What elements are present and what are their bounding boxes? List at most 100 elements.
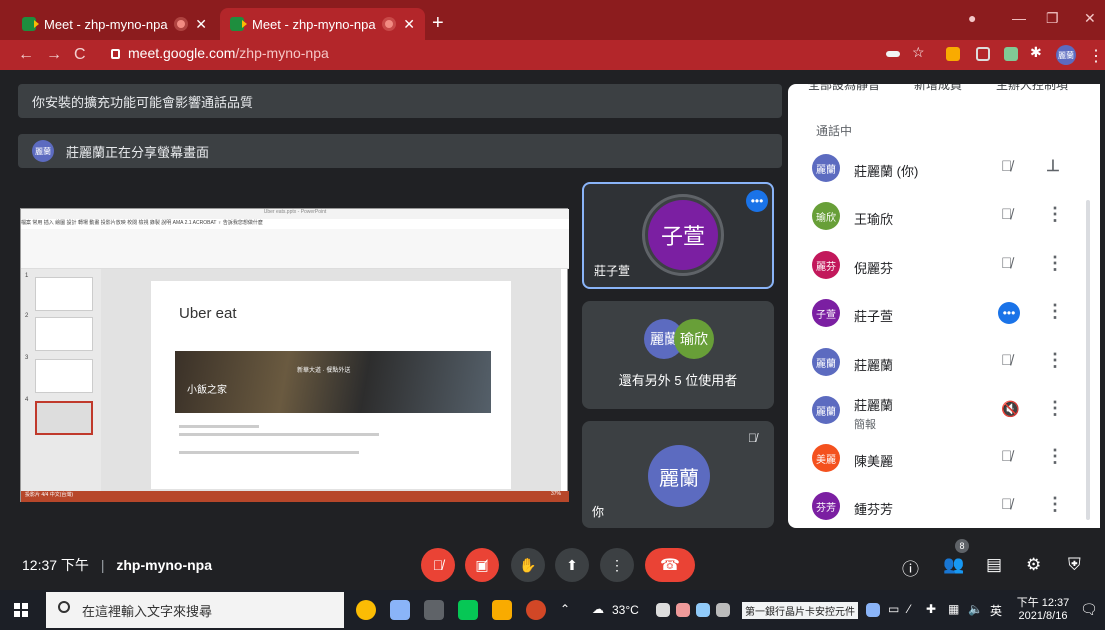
raise-hand-button[interactable]: ✋ — [511, 548, 545, 582]
more-options-icon[interactable]: ⋮ — [1046, 350, 1064, 371]
chrome-menu-icon[interactable]: ⋮ — [1088, 46, 1104, 66]
volume-icon[interactable]: 🔈 — [968, 602, 983, 616]
people-panel: 全部設為靜音 新增成員 主辦人控制項 通話中 麗蘭 莊麗蘭 (你) 🎙̸ ⊥ 瑜… — [788, 84, 1100, 528]
restore-icon[interactable]: ❐ — [1046, 10, 1059, 27]
extension-tool-icon[interactable] — [1004, 47, 1018, 61]
search-placeholder: 在這裡輸入文字來搜尋 — [82, 603, 213, 619]
meet-favicon-icon — [230, 17, 247, 31]
shared-screen[interactable]: Uber eats.pptx - PowerPoint 檔案 常用 插入 繪圖 … — [20, 208, 569, 502]
camera-toggle-button[interactable]: ▣̸ — [465, 548, 499, 582]
more-options-icon[interactable]: ⋮ — [1046, 446, 1064, 467]
security-icon[interactable]: ✚ — [926, 602, 936, 616]
app-icon[interactable] — [424, 600, 444, 620]
more-options-icon[interactable]: ••• — [746, 190, 768, 212]
host-controls-button[interactable]: 主辦人控制項 — [996, 84, 1068, 93]
chat-icon[interactable]: ▤ — [986, 555, 1002, 575]
activities-icon[interactable]: ⚙ — [1026, 555, 1041, 575]
close-window-icon[interactable]: ✕ — [1084, 10, 1096, 27]
pin-icon[interactable]: ⊥ — [1046, 156, 1060, 176]
participant-row[interactable]: 麗蘭 莊麗蘭 簡報 🔇 ⋮ — [788, 386, 1100, 434]
more-options-icon[interactable]: ⋮ — [1046, 398, 1064, 419]
taskbar-search[interactable]: 在這裡輸入文字來搜尋 — [46, 592, 344, 628]
minimize-icon[interactable]: — — [1012, 10, 1026, 26]
powerpoint-icon[interactable] — [526, 600, 546, 620]
recording-indicator-icon — [177, 20, 186, 28]
forward-icon[interactable]: → — [46, 46, 62, 64]
slide-thumbnails: 1 2 3 4 — [21, 269, 101, 491]
participant-row[interactable]: 子萱 莊子萱 ••• ⋮ — [788, 289, 1100, 337]
slide-thumbnail — [35, 359, 93, 393]
tray-icon[interactable] — [696, 603, 710, 617]
windows-taskbar: 在這裡輸入文字來搜尋 ⌃ ☁ 33°C 第一銀行晶片卡安控元件 ▭ ⁄ ✚ ▦ … — [0, 590, 1105, 630]
self-tile[interactable]: 🎙̸ 麗蘭 你 — [582, 421, 774, 528]
extension-grid-icon[interactable] — [976, 47, 990, 61]
profile-avatar[interactable]: 麗蘭 — [1056, 45, 1076, 65]
windows-start-icon[interactable] — [14, 603, 28, 617]
taskbar-clock[interactable]: 下午 12:37 2021/8/16 — [1012, 594, 1074, 622]
tray-icon[interactable]: ⁄ — [908, 602, 910, 616]
leave-call-button[interactable]: ☎ — [645, 548, 695, 582]
participant-name: 莊子萱 — [594, 264, 631, 278]
app-icon[interactable] — [390, 600, 410, 620]
participant-row[interactable]: 麗蘭 莊麗蘭 🎙̸ ⋮ — [788, 338, 1100, 386]
extensions-puzzle-icon[interactable]: ✱ — [1030, 44, 1044, 60]
line-icon[interactable] — [458, 600, 478, 620]
chrome-icon[interactable] — [356, 600, 376, 620]
tray-icon[interactable] — [656, 603, 670, 617]
mic-off-icon: 🎙̸ — [432, 557, 444, 573]
participant-row[interactable]: 麗蘭 莊麗蘭 (你) 🎙̸ ⊥ — [788, 144, 1100, 192]
show-hidden-icons-icon[interactable]: ⌃ — [560, 602, 570, 616]
participant-row[interactable]: 芬芳 鍾芬芳 🎙̸ ⋮ — [788, 482, 1100, 528]
host-controls-shield-icon[interactable]: ⛨ — [1068, 555, 1081, 575]
participant-row[interactable]: 瑜欣 王瑜欣 🎙̸ ⋮ — [788, 192, 1100, 240]
participant-avatar: 子萱 — [812, 299, 840, 327]
more-options-icon[interactable]: ⋮ — [1046, 253, 1064, 274]
mic-off-icon: 🎙̸ — [1001, 448, 1013, 465]
more-options-icon[interactable]: ⋮ — [1046, 204, 1064, 225]
ppt-status-text: 投影片 4/4 中文(台灣) — [25, 492, 74, 498]
meeting-time: 12:37 下午 — [22, 557, 89, 573]
weather-cloud-icon[interactable]: ☁ — [592, 602, 604, 616]
reload-icon[interactable]: C — [74, 46, 86, 64]
recording-indicator-icon — [385, 20, 394, 28]
participant-row[interactable]: 麗芬 倪麗芬 🎙̸ ⋮ — [788, 241, 1100, 289]
meeting-info-icon[interactable]: ⓘ — [902, 555, 919, 580]
panel-scrollbar[interactable] — [1086, 200, 1090, 520]
tray-icon[interactable] — [716, 603, 730, 617]
input-method[interactable]: 英 — [990, 602, 1002, 619]
file-explorer-icon[interactable] — [492, 600, 512, 620]
mute-all-button[interactable]: 全部設為靜音 — [808, 84, 880, 93]
close-tab-icon[interactable]: ✕ — [403, 16, 415, 33]
tray-icon[interactable]: ▦ — [948, 602, 959, 616]
extension-emoji-icon[interactable] — [946, 47, 960, 61]
lock-icon[interactable] — [111, 49, 120, 59]
browser-tab-1[interactable]: Meet - zhp-myno-npa ✕ — [12, 8, 217, 40]
separator: | — [100, 557, 105, 573]
tray-icon[interactable] — [676, 603, 690, 617]
new-tab-button[interactable]: + — [432, 12, 444, 35]
notification-center-icon[interactable]: 🗨 — [1080, 601, 1098, 618]
mic-toggle-button[interactable]: 🎙̸ — [421, 548, 455, 582]
add-people-button[interactable]: 新增成員 — [914, 84, 962, 93]
back-icon[interactable]: ← — [18, 46, 34, 64]
cast-icon[interactable] — [886, 51, 900, 57]
tray-icon[interactable] — [866, 603, 880, 617]
others-tile[interactable]: 麗蘭 瑜欣 還有另外 5 位使用者 — [582, 301, 774, 409]
more-options-button[interactable]: ⋮ — [600, 548, 634, 582]
mic-off-icon: 🎙̸ — [1001, 496, 1013, 513]
more-options-icon[interactable]: ⋮ — [1046, 494, 1064, 515]
bookmark-star-icon[interactable]: ☆ — [912, 44, 926, 60]
present-button[interactable]: ⬆ — [555, 548, 589, 582]
participant-avatar: 麗蘭 — [812, 154, 840, 182]
participant-row[interactable]: 美麗 陳美麗 🎙̸ ⋮ — [788, 434, 1100, 482]
section-label: 通話中 — [816, 124, 853, 138]
url-field[interactable]: meet.google.com/zhp-myno-npa — [128, 45, 329, 61]
participant-tile-active-speaker[interactable]: 子萱 ••• 莊子萱 — [582, 182, 774, 289]
more-options-icon[interactable]: ⋮ — [1046, 301, 1064, 322]
browser-tab-2[interactable]: Meet - zhp-myno-npa ✕ — [220, 8, 425, 40]
profile-dropdown-icon[interactable]: ● — [968, 10, 976, 26]
people-icon[interactable]: 👥 — [943, 555, 964, 575]
close-tab-icon[interactable]: ✕ — [195, 16, 207, 33]
tab-title: Meet - zhp-myno-npa — [252, 16, 376, 32]
network-icon[interactable]: ▭ — [888, 602, 899, 616]
